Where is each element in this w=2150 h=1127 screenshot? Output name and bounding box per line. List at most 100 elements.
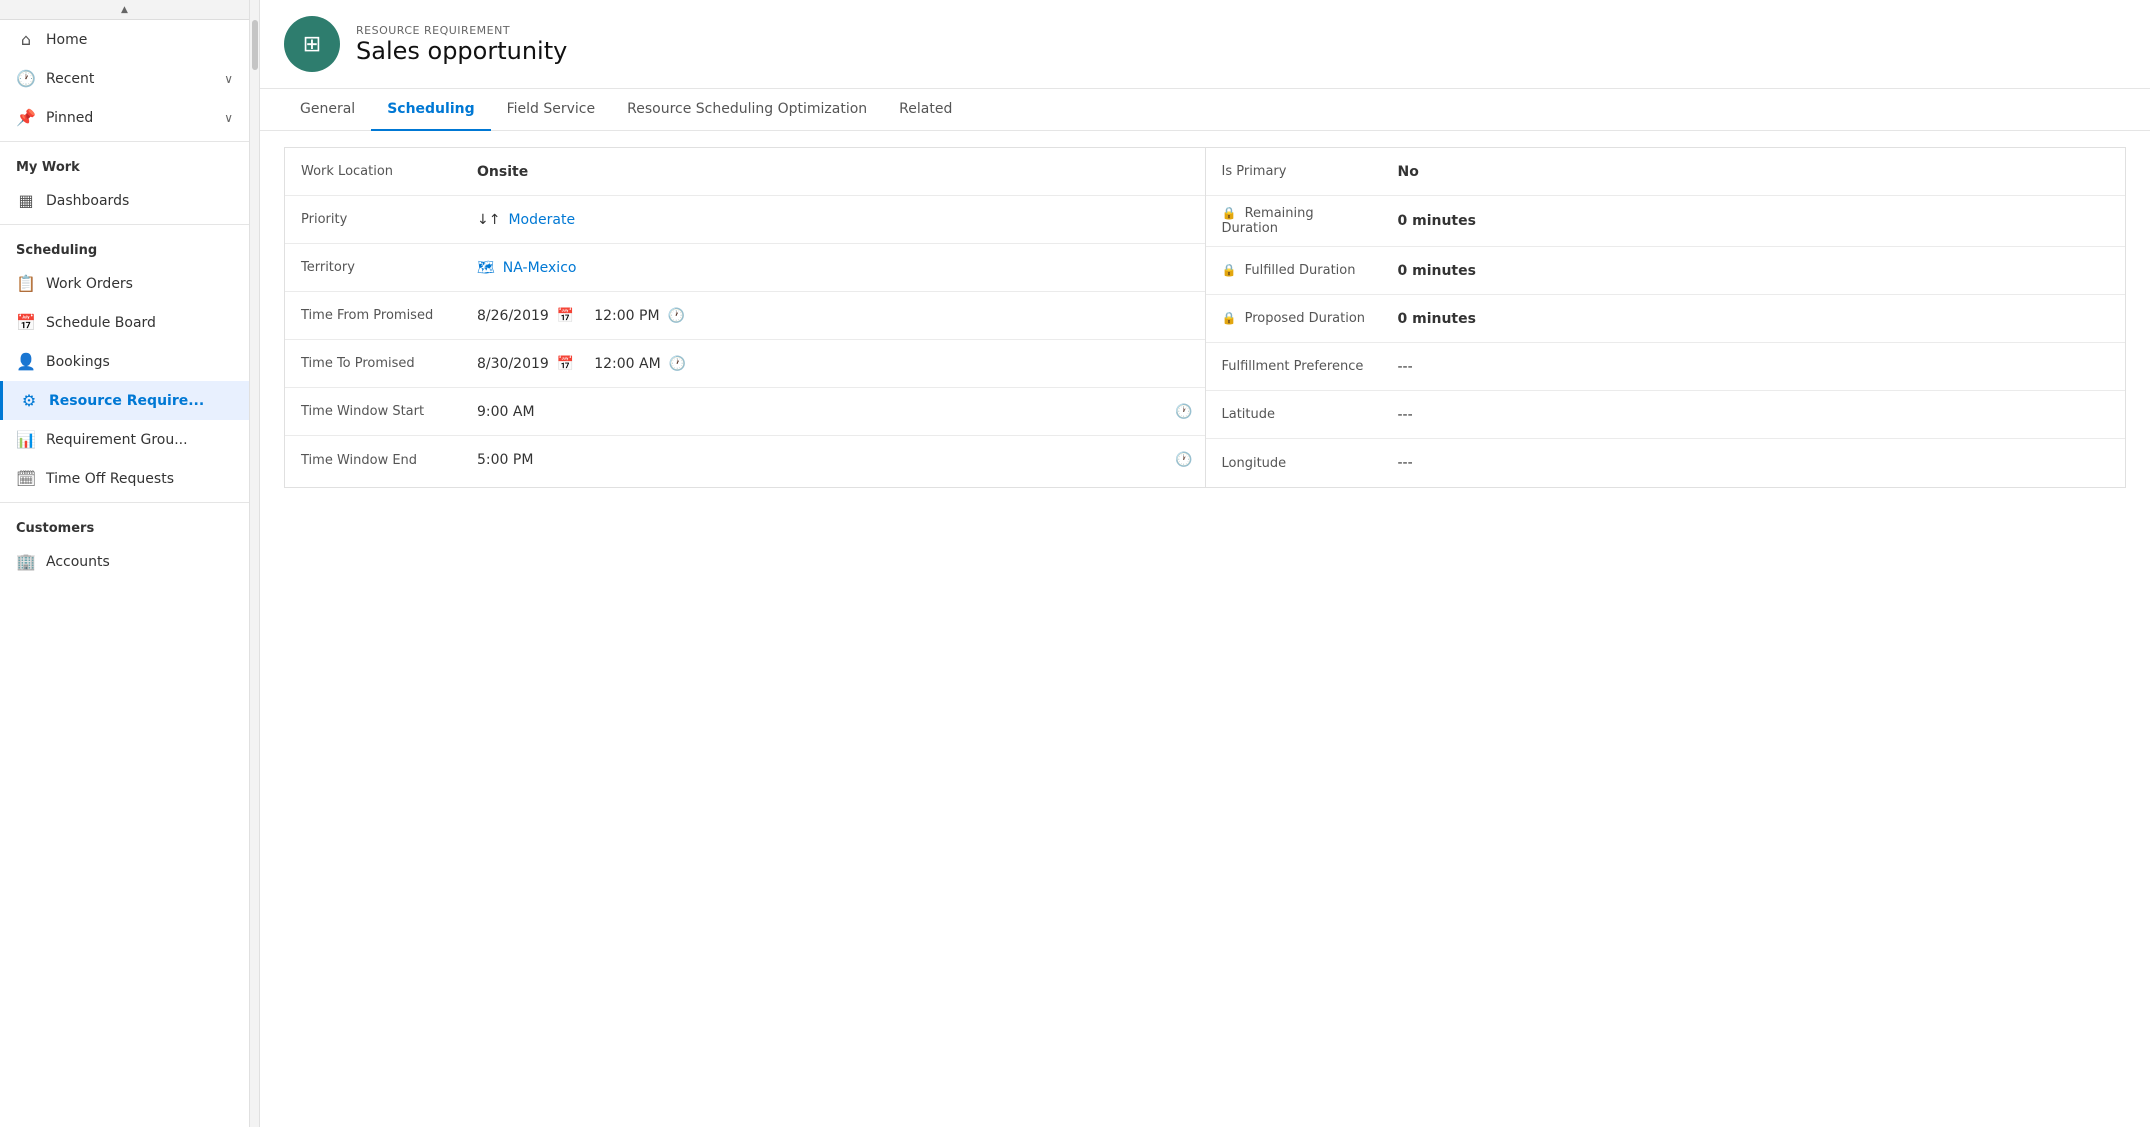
territory-text[interactable]: NA-Mexico <box>503 260 577 276</box>
time-from-clock-icon[interactable]: 🕐 <box>668 308 685 324</box>
proposed-duration-label: 🔒 Proposed Duration <box>1206 301 1386 336</box>
section-scheduling: Scheduling <box>0 229 249 264</box>
is-primary-label: Is Primary <box>1206 154 1386 189</box>
is-primary-row: Is Primary No <box>1206 148 2126 196</box>
time-from-promised-row: Time From Promised 8/26/2019 📅 12:00 PM … <box>285 292 1205 340</box>
longitude-row: Longitude --- <box>1206 439 2126 487</box>
sidebar-item-work-orders[interactable]: 📋 Work Orders <box>0 264 249 303</box>
tab-general[interactable]: General <box>284 89 371 131</box>
map-icon: 🗺 <box>477 260 495 276</box>
tab-related[interactable]: Related <box>883 89 968 131</box>
sidebar-item-requirement-groups[interactable]: 📊 Requirement Grou... <box>0 420 249 459</box>
time-from-promised-value[interactable]: 8/26/2019 📅 12:00 PM 🕐 <box>465 298 1205 334</box>
window-start-time[interactable]: 9:00 AM <box>477 404 535 420</box>
pinned-chevron-icon: ∨ <box>224 111 233 125</box>
proposed-duration-value[interactable]: 0 minutes <box>1386 301 2126 337</box>
sidebar-item-schedule-board-label: Schedule Board <box>46 315 156 331</box>
time-to-promised-value[interactable]: 8/30/2019 📅 12:00 AM 🕐 <box>465 346 1205 382</box>
time-to-clock-icon[interactable]: 🕐 <box>669 356 686 372</box>
proposed-duration-lock-icon: 🔒 <box>1222 311 1237 325</box>
time-window-end-row: Time Window End 5:00 PM 🕐 <box>285 436 1205 484</box>
window-end-clock-icon[interactable]: 🕐 <box>1175 452 1192 468</box>
remaining-duration-value[interactable]: 0 minutes <box>1386 203 2126 239</box>
sidebar-item-schedule-board[interactable]: 📅 Schedule Board <box>0 303 249 342</box>
section-my-work: My Work <box>0 146 249 181</box>
tab-resource-scheduling-optimization[interactable]: Resource Scheduling Optimization <box>611 89 883 131</box>
window-start-clock-icon[interactable]: 🕐 <box>1175 404 1192 420</box>
latitude-value[interactable]: --- <box>1386 397 2126 433</box>
territory-value[interactable]: 🗺 NA-Mexico <box>465 250 1205 286</box>
time-to-promised-row: Time To Promised 8/30/2019 📅 12:00 AM 🕐 <box>285 340 1205 388</box>
sidebar-item-pinned[interactable]: 📌 Pinned ∨ <box>0 98 249 137</box>
fulfilled-duration-value[interactable]: 0 minutes <box>1386 253 2126 289</box>
time-off-icon: 🗓 <box>16 469 36 488</box>
window-end-time[interactable]: 5:00 PM <box>477 452 533 468</box>
sidebar-item-accounts[interactable]: 🏢 Accounts <box>0 542 249 581</box>
time-to-cal-icon[interactable]: 📅 <box>557 356 574 372</box>
sidebar-item-resource-requirements-label: Resource Require... <box>49 393 204 409</box>
time-to-promised-label: Time To Promised <box>285 346 465 381</box>
sidebar-item-accounts-label: Accounts <box>46 554 110 570</box>
tab-field-service[interactable]: Field Service <box>491 89 612 131</box>
form-content: Work Location Onsite Priority ↓↑ Moderat… <box>260 131 2150 1127</box>
time-from-promised-label: Time From Promised <box>285 298 465 333</box>
requirement-groups-icon: 📊 <box>16 430 36 449</box>
time-window-end-label: Time Window End <box>285 443 465 478</box>
time-to-date[interactable]: 8/30/2019 <box>477 356 549 372</box>
form-section: Work Location Onsite Priority ↓↑ Moderat… <box>284 147 2126 488</box>
longitude-label: Longitude <box>1206 446 1386 481</box>
time-to-time[interactable]: 12:00 AM <box>594 356 660 372</box>
time-window-start-label: Time Window Start <box>285 394 465 429</box>
work-location-value[interactable]: Onsite <box>465 154 1205 190</box>
sidebar-item-bookings-label: Bookings <box>46 354 110 370</box>
priority-text[interactable]: Moderate <box>508 212 575 228</box>
is-primary-value[interactable]: No <box>1386 154 2126 190</box>
sidebar-scroll-up[interactable]: ▲ <box>0 0 249 20</box>
sidebar-item-home-label: Home <box>46 32 87 48</box>
latitude-label: Latitude <box>1206 397 1386 432</box>
sidebar-item-recent[interactable]: 🕐 Recent ∨ <box>0 59 249 98</box>
time-window-end-value[interactable]: 5:00 PM 🕐 <box>465 442 1205 478</box>
priority-value[interactable]: ↓↑ Moderate <box>465 202 1205 238</box>
sidebar-item-dashboards-label: Dashboards <box>46 193 129 209</box>
work-location-row: Work Location Onsite <box>285 148 1205 196</box>
time-from-time[interactable]: 12:00 PM <box>594 308 659 324</box>
time-window-start-value[interactable]: 9:00 AM 🕐 <box>465 394 1205 430</box>
main-content: ⊞ RESOURCE REQUIREMENT Sales opportunity… <box>260 0 2150 1127</box>
tabs-bar: General Scheduling Field Service Resourc… <box>260 89 2150 131</box>
territory-row: Territory 🗺 NA-Mexico <box>285 244 1205 292</box>
proposed-duration-row: 🔒 Proposed Duration 0 minutes <box>1206 295 2126 343</box>
resource-requirements-icon: ⚙ <box>19 391 39 410</box>
fulfillment-preference-value[interactable]: --- <box>1386 349 2126 385</box>
sidebar-item-work-orders-label: Work Orders <box>46 276 133 292</box>
sidebar: ▲ ⌂ Home 🕐 Recent ∨ 📌 Pinned ∨ My Work ▦… <box>0 0 250 1127</box>
section-customers: Customers <box>0 507 249 542</box>
fulfilled-duration-lock-icon: 🔒 <box>1222 263 1237 277</box>
priority-label: Priority <box>285 202 465 237</box>
sidebar-item-resource-requirements[interactable]: ⚙ Resource Require... <box>0 381 249 420</box>
longitude-value[interactable]: --- <box>1386 445 2126 481</box>
priority-row: Priority ↓↑ Moderate <box>285 196 1205 244</box>
accounts-icon: 🏢 <box>16 552 36 571</box>
time-from-cal-icon[interactable]: 📅 <box>557 308 574 324</box>
record-icon: ⊞ <box>284 16 340 72</box>
sidebar-item-requirement-groups-label: Requirement Grou... <box>46 432 188 448</box>
remaining-duration-label: 🔒 Remaining Duration <box>1206 196 1386 246</box>
schedule-board-icon: 📅 <box>16 313 36 332</box>
form-right-col: Is Primary No 🔒 Remaining Duration 0 min… <box>1206 148 2126 487</box>
sidebar-item-dashboards[interactable]: ▦ Dashboards <box>0 181 249 220</box>
time-from-date[interactable]: 8/26/2019 <box>477 308 549 324</box>
record-subtitle: RESOURCE REQUIREMENT <box>356 24 567 37</box>
tab-scheduling[interactable]: Scheduling <box>371 89 490 131</box>
sidebar-item-home[interactable]: ⌂ Home <box>0 20 249 59</box>
dashboards-icon: ▦ <box>16 191 36 210</box>
pin-icon: 📌 <box>16 108 36 127</box>
sidebar-item-pinned-label: Pinned <box>46 110 93 126</box>
fulfilled-duration-row: 🔒 Fulfilled Duration 0 minutes <box>1206 247 2126 295</box>
sidebar-scrollbar[interactable] <box>250 0 260 1127</box>
sidebar-item-time-off-requests[interactable]: 🗓 Time Off Requests <box>0 459 249 498</box>
latitude-row: Latitude --- <box>1206 391 2126 439</box>
sidebar-item-bookings[interactable]: 👤 Bookings <box>0 342 249 381</box>
recent-icon: 🕐 <box>16 69 36 88</box>
record-title: Sales opportunity <box>356 37 567 65</box>
